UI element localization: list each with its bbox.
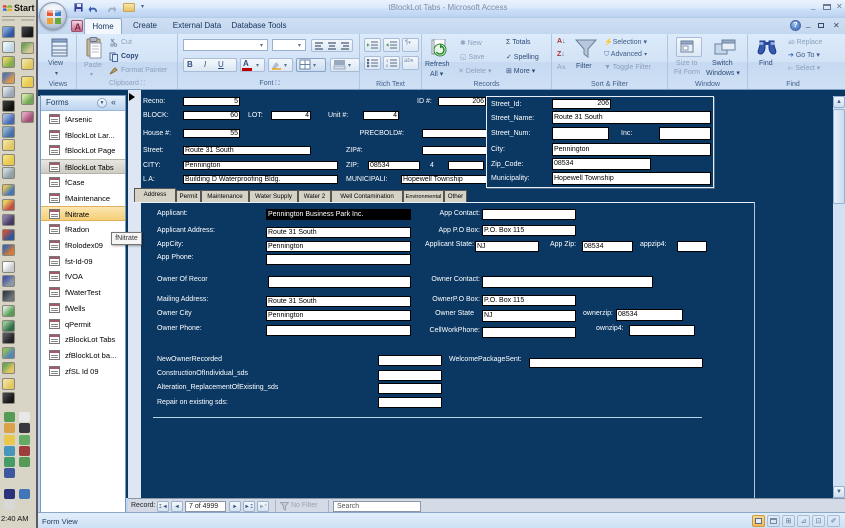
svg-text:2: 2	[386, 63, 389, 68]
